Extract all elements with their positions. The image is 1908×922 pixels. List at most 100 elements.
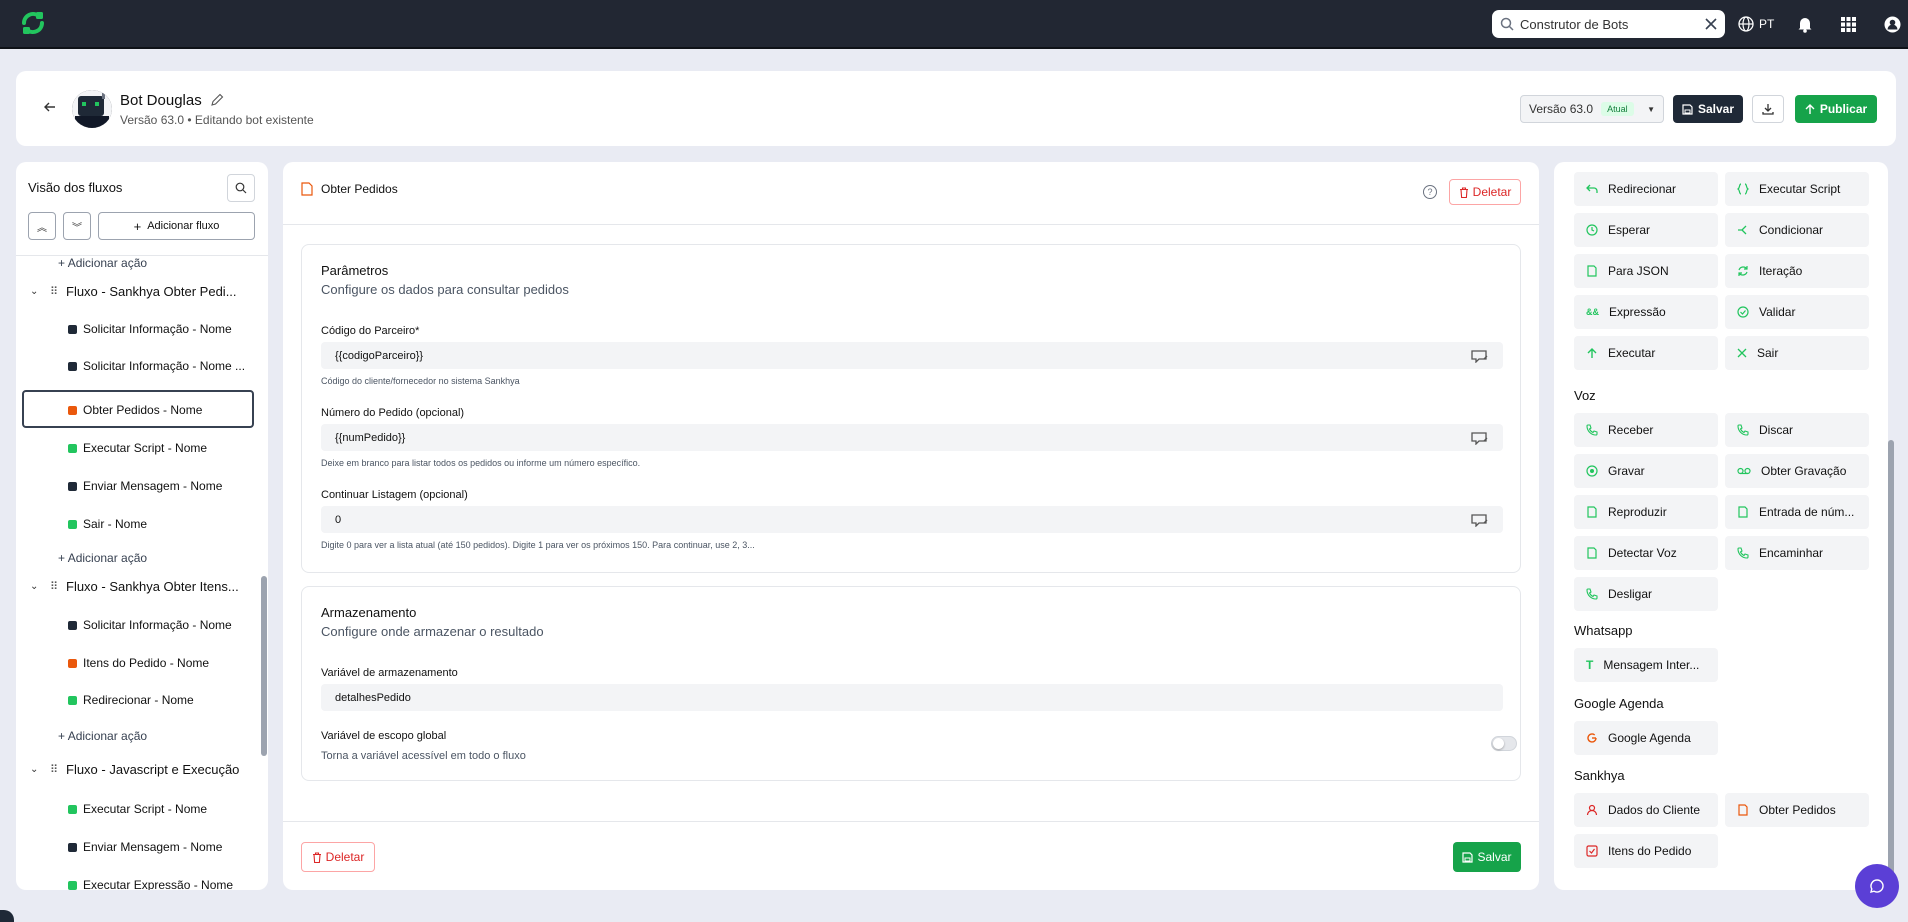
action-tile-para-json[interactable]: Para JSON [1574, 254, 1718, 288]
trash-icon [312, 851, 321, 863]
action-tile-obter-pedidos[interactable]: Obter Pedidos [1725, 793, 1869, 827]
tree-item[interactable]: Solicitar Informação - Nome [68, 322, 232, 336]
back-button[interactable] [38, 95, 62, 119]
flow-name: Fluxo - Sankhya Obter Itens... [66, 579, 239, 594]
delete-button[interactable]: Deletar [301, 842, 375, 872]
action-tile-encaminhar[interactable]: Encaminhar [1725, 536, 1869, 570]
apps-menu-button[interactable] [1841, 12, 1856, 36]
action-tile-discar[interactable]: Discar [1725, 413, 1869, 447]
action-tile-executar-script[interactable]: Executar Script [1725, 172, 1869, 206]
tile-label: Validar [1759, 305, 1796, 319]
chat-support-button[interactable] [1855, 864, 1899, 908]
order-number-input[interactable]: {{numPedido}} [321, 424, 1503, 451]
chevron-down-icon[interactable]: ⌄ [30, 581, 42, 592]
action-tile-reproduzir[interactable]: Reproduzir [1574, 495, 1718, 529]
chevron-down-icon[interactable]: ⌄ [30, 764, 42, 775]
search-icon [235, 182, 247, 194]
clear-icon[interactable] [1705, 18, 1717, 30]
action-tile-obter-gravacao[interactable]: Obter Gravação [1725, 454, 1869, 488]
version-select[interactable]: Versão 63.0 Atual ▼ [1520, 95, 1664, 123]
action-tile-executar[interactable]: Executar [1574, 336, 1718, 370]
drag-handle-icon[interactable]: ⠿ [50, 285, 58, 298]
chevrons-down-icon: ︾ [72, 222, 82, 234]
user-menu-button[interactable] [1884, 12, 1901, 36]
action-tile-sair[interactable]: Sair [1725, 336, 1869, 370]
variable-picker-icon[interactable] [1471, 431, 1489, 445]
branch-icon [1738, 225, 1747, 235]
save-button[interactable]: Salvar [1453, 842, 1521, 872]
action-tile-esperar[interactable]: Esperar [1574, 213, 1718, 247]
save-button[interactable]: Salvar [1673, 95, 1743, 123]
partner-code-input[interactable]: {{codigoParceiro}} [321, 342, 1503, 369]
field-help: Torna a variável acessível em todo o flu… [321, 750, 526, 762]
global-scope-toggle[interactable] [1491, 736, 1517, 751]
tree-item[interactable]: Itens do Pedido - Nome [68, 656, 209, 670]
language-selector[interactable]: PT [1738, 12, 1774, 36]
edit-pencil-icon[interactable] [209, 92, 225, 108]
global-search[interactable] [1492, 10, 1725, 38]
action-tile-receber[interactable]: Receber [1574, 413, 1718, 447]
add-action-link[interactable]: + Adicionar ação [58, 551, 147, 565]
action-tile-condicionar[interactable]: Condicionar [1725, 213, 1869, 247]
tree-item[interactable]: Redirecionar - Nome [68, 693, 194, 707]
search-input[interactable] [1520, 16, 1705, 32]
flow-header[interactable]: ⌄ ⠿ Fluxo - Sankhya Obter Itens... [30, 579, 239, 594]
action-tile-desligar[interactable]: Desligar [1574, 577, 1718, 611]
section-title: Armazenamento [321, 605, 417, 620]
scrollbar-thumb[interactable] [261, 576, 267, 756]
flow-header[interactable]: ⌄ ⠿ Fluxo - Sankhya Obter Pedi... [30, 284, 237, 299]
record-icon [1586, 465, 1598, 477]
scrollbar-thumb[interactable] [1888, 440, 1894, 892]
status-dot [68, 620, 77, 630]
language-label: PT [1759, 17, 1775, 31]
action-tile-entrada-numero[interactable]: Entrada de núm... [1725, 495, 1869, 529]
action-tile-iteracao[interactable]: Iteração [1725, 254, 1869, 288]
publish-button[interactable]: Publicar [1795, 95, 1877, 123]
tree-item[interactable]: Solicitar Informação - Nome ... [68, 359, 245, 373]
tree-item-selected[interactable]: Obter Pedidos - Nome [68, 403, 202, 417]
action-tile-expressao[interactable]: && Expressão [1574, 295, 1718, 329]
variable-picker-icon[interactable] [1471, 349, 1489, 363]
delete-button[interactable]: Deletar [1449, 179, 1521, 205]
action-tile-detectar-voz[interactable]: Detectar Voz [1574, 536, 1718, 570]
drag-handle-icon[interactable]: ⠿ [50, 580, 58, 593]
action-tile-validar[interactable]: Validar [1725, 295, 1869, 329]
storage-variable-input[interactable]: detalhesPedido [321, 684, 1503, 711]
action-tile-redirecionar[interactable]: Redirecionar [1574, 172, 1718, 206]
tree-item[interactable]: Enviar Mensagem - Nome [68, 840, 222, 854]
tree-item[interactable]: Sair - Nome [68, 517, 147, 531]
tree-item[interactable]: Solicitar Informação - Nome [68, 618, 232, 632]
chevron-down-icon[interactable]: ⌄ [30, 286, 42, 297]
section-subtitle: Configure onde armazenar o resultado [321, 624, 544, 639]
continue-listing-input[interactable]: 0 [321, 506, 1503, 533]
tree-item[interactable]: Executar Script - Nome [68, 441, 207, 455]
download-button[interactable] [1752, 95, 1784, 123]
action-tile-itens-do-pedido[interactable]: Itens do Pedido [1574, 834, 1718, 868]
flow-header[interactable]: ⌄ ⠿ Fluxo - Javascript e Execução [30, 762, 239, 777]
status-dot [68, 443, 77, 453]
notifications-button[interactable] [1797, 12, 1813, 36]
tree-item[interactable]: Executar Expressão - Nome [68, 878, 233, 890]
drag-handle-icon[interactable]: ⠿ [50, 763, 58, 776]
action-tile-dados-do-cliente[interactable]: Dados do Cliente [1574, 793, 1718, 827]
logo-icon[interactable] [18, 8, 48, 38]
action-tile-gravar[interactable]: Gravar [1574, 454, 1718, 488]
expand-all-button[interactable]: ︾ [63, 212, 91, 240]
action-tile-mensagem-interativa[interactable]: T Mensagem Inter... [1574, 648, 1718, 682]
tile-label: Esperar [1608, 223, 1651, 237]
add-flow-button[interactable]: + Adicionar fluxo [98, 212, 255, 240]
code-braces-icon [1737, 183, 1749, 195]
text-type-icon: T [1586, 658, 1594, 672]
add-action-link[interactable]: + Adicionar ação [58, 729, 147, 743]
tile-label: Itens do Pedido [1608, 844, 1692, 858]
arrow-left-icon [44, 102, 55, 112]
tree-item[interactable]: Executar Script - Nome [68, 802, 207, 816]
add-action-link[interactable]: + Adicionar ação [58, 256, 147, 270]
variable-picker-icon[interactable] [1471, 513, 1489, 527]
flows-search-button[interactable] [227, 174, 255, 202]
action-tile-google-agenda[interactable]: Google Agenda [1574, 721, 1718, 755]
collapse-all-button[interactable]: ︽ [28, 212, 56, 240]
help-icon[interactable]: ? [1423, 185, 1437, 199]
file-input-icon [1738, 506, 1748, 518]
tree-item[interactable]: Enviar Mensagem - Nome [68, 479, 222, 493]
